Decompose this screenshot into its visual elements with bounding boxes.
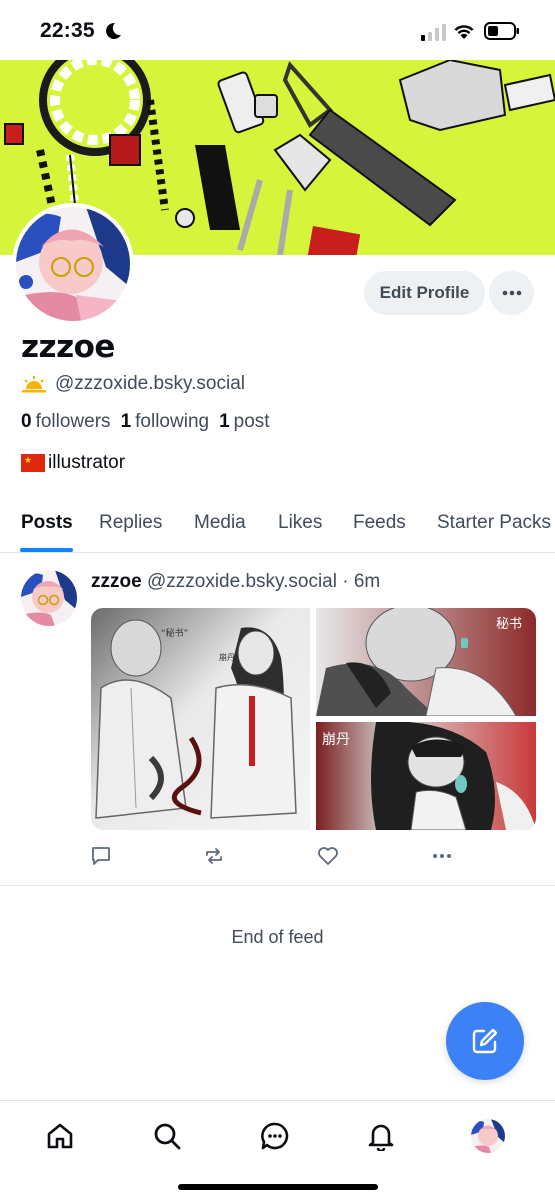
- bio-text: illustrator: [48, 452, 126, 473]
- post-time: 6m: [353, 571, 381, 592]
- image-text-3: 秘书: [496, 617, 522, 632]
- post-author-name[interactable]: zzzoe: [91, 571, 142, 592]
- image-text-4: 崩丹: [322, 732, 350, 748]
- posts-stat: 1 post: [219, 411, 270, 433]
- feed-post[interactable]: zzzoe @zzzoxide.bsky.social · 6m “秘书” 崩丹: [0, 553, 555, 886]
- post-image-1[interactable]: “秘书” 崩丹: [91, 608, 310, 830]
- status-bar: 22:35: [0, 0, 555, 60]
- posts-count: 1: [219, 411, 230, 432]
- home-icon: [47, 1123, 73, 1149]
- following-stat[interactable]: 1 following: [121, 411, 210, 433]
- profile-stats: 0 followers 1 following 1 post: [21, 411, 270, 433]
- search-icon: [154, 1123, 181, 1150]
- image-text-2: 崩丹: [219, 652, 235, 662]
- chat-icon: [261, 1122, 289, 1150]
- display-name: zzzoe: [21, 329, 115, 365]
- edit-profile-button[interactable]: Edit Profile: [364, 271, 485, 315]
- followers-count: 0: [21, 411, 32, 432]
- following-label: following: [135, 411, 210, 432]
- tab-feeds[interactable]: Feeds: [353, 512, 406, 534]
- post-author-handle[interactable]: @zzzoxide.bsky.social: [147, 571, 337, 592]
- compose-icon: [472, 1028, 498, 1054]
- followers-stat[interactable]: 0 followers: [21, 411, 111, 433]
- avatar-illustration: [16, 207, 130, 321]
- home-indicator: [178, 1184, 378, 1190]
- nav-search[interactable]: [150, 1119, 184, 1153]
- china-flag-icon: ★: [21, 454, 45, 472]
- tab-starter-packs[interactable]: Starter Packs: [437, 512, 551, 534]
- tab-likes[interactable]: Likes: [278, 512, 322, 534]
- more-dots-icon: [502, 290, 521, 296]
- artwork-black-hair-figure: 崩丹: [316, 722, 536, 830]
- compose-button[interactable]: [446, 1002, 524, 1080]
- posts-label: post: [233, 411, 270, 432]
- nav-avatar-illustration: [471, 1119, 505, 1153]
- artwork-white-hair-figure: 秘书: [316, 608, 536, 716]
- post-header: zzzoe @zzzoxide.bsky.social · 6m: [91, 571, 380, 593]
- profile-bio: ★ illustrator: [21, 452, 125, 474]
- tab-replies[interactable]: Replies: [99, 512, 162, 534]
- like-icon[interactable]: [316, 844, 340, 868]
- post-more-icon[interactable]: [430, 844, 454, 868]
- nav-notifications[interactable]: [364, 1119, 398, 1153]
- profile-handle: @zzzoxide.bsky.social: [55, 373, 245, 394]
- end-of-feed: End of feed: [231, 927, 324, 947]
- post-separator: ·: [342, 571, 349, 592]
- reply-icon[interactable]: [89, 844, 113, 868]
- nav-home[interactable]: [43, 1119, 77, 1153]
- active-tab-indicator: [20, 548, 73, 552]
- nav-chat[interactable]: [258, 1119, 292, 1153]
- nav-profile-avatar[interactable]: [471, 1119, 505, 1153]
- following-count: 1: [120, 411, 132, 432]
- followers-label: followers: [35, 411, 111, 432]
- profile-more-button[interactable]: [489, 271, 534, 315]
- battery-icon: [484, 22, 519, 40]
- sunrise-emoji-icon: [22, 376, 46, 393]
- bell-icon: [368, 1124, 394, 1151]
- moon-icon: [106, 22, 121, 39]
- profile-tabs: Posts Replies Media Likes Feeds Starter …: [0, 505, 555, 553]
- post-image-3[interactable]: 崩丹: [316, 722, 536, 830]
- artwork-two-figures: “秘书” 崩丹: [91, 608, 310, 830]
- tab-media[interactable]: Media: [194, 512, 246, 534]
- handle-row: @zzzoxide.bsky.social: [21, 372, 245, 396]
- image-text-1: “秘书”: [161, 627, 188, 639]
- repost-icon[interactable]: [202, 844, 226, 868]
- tab-posts[interactable]: Posts: [21, 512, 73, 534]
- post-avatar[interactable]: [21, 570, 77, 626]
- post-image-2[interactable]: 秘书: [316, 608, 536, 716]
- profile-avatar[interactable]: [12, 203, 134, 325]
- wifi-icon: [454, 25, 474, 39]
- post-avatar-illustration: [21, 570, 77, 626]
- status-time: 22:35: [40, 19, 95, 42]
- signal-icon: [421, 24, 446, 41]
- post-image-gallery: “秘书” 崩丹 秘书 崩丹: [91, 608, 536, 830]
